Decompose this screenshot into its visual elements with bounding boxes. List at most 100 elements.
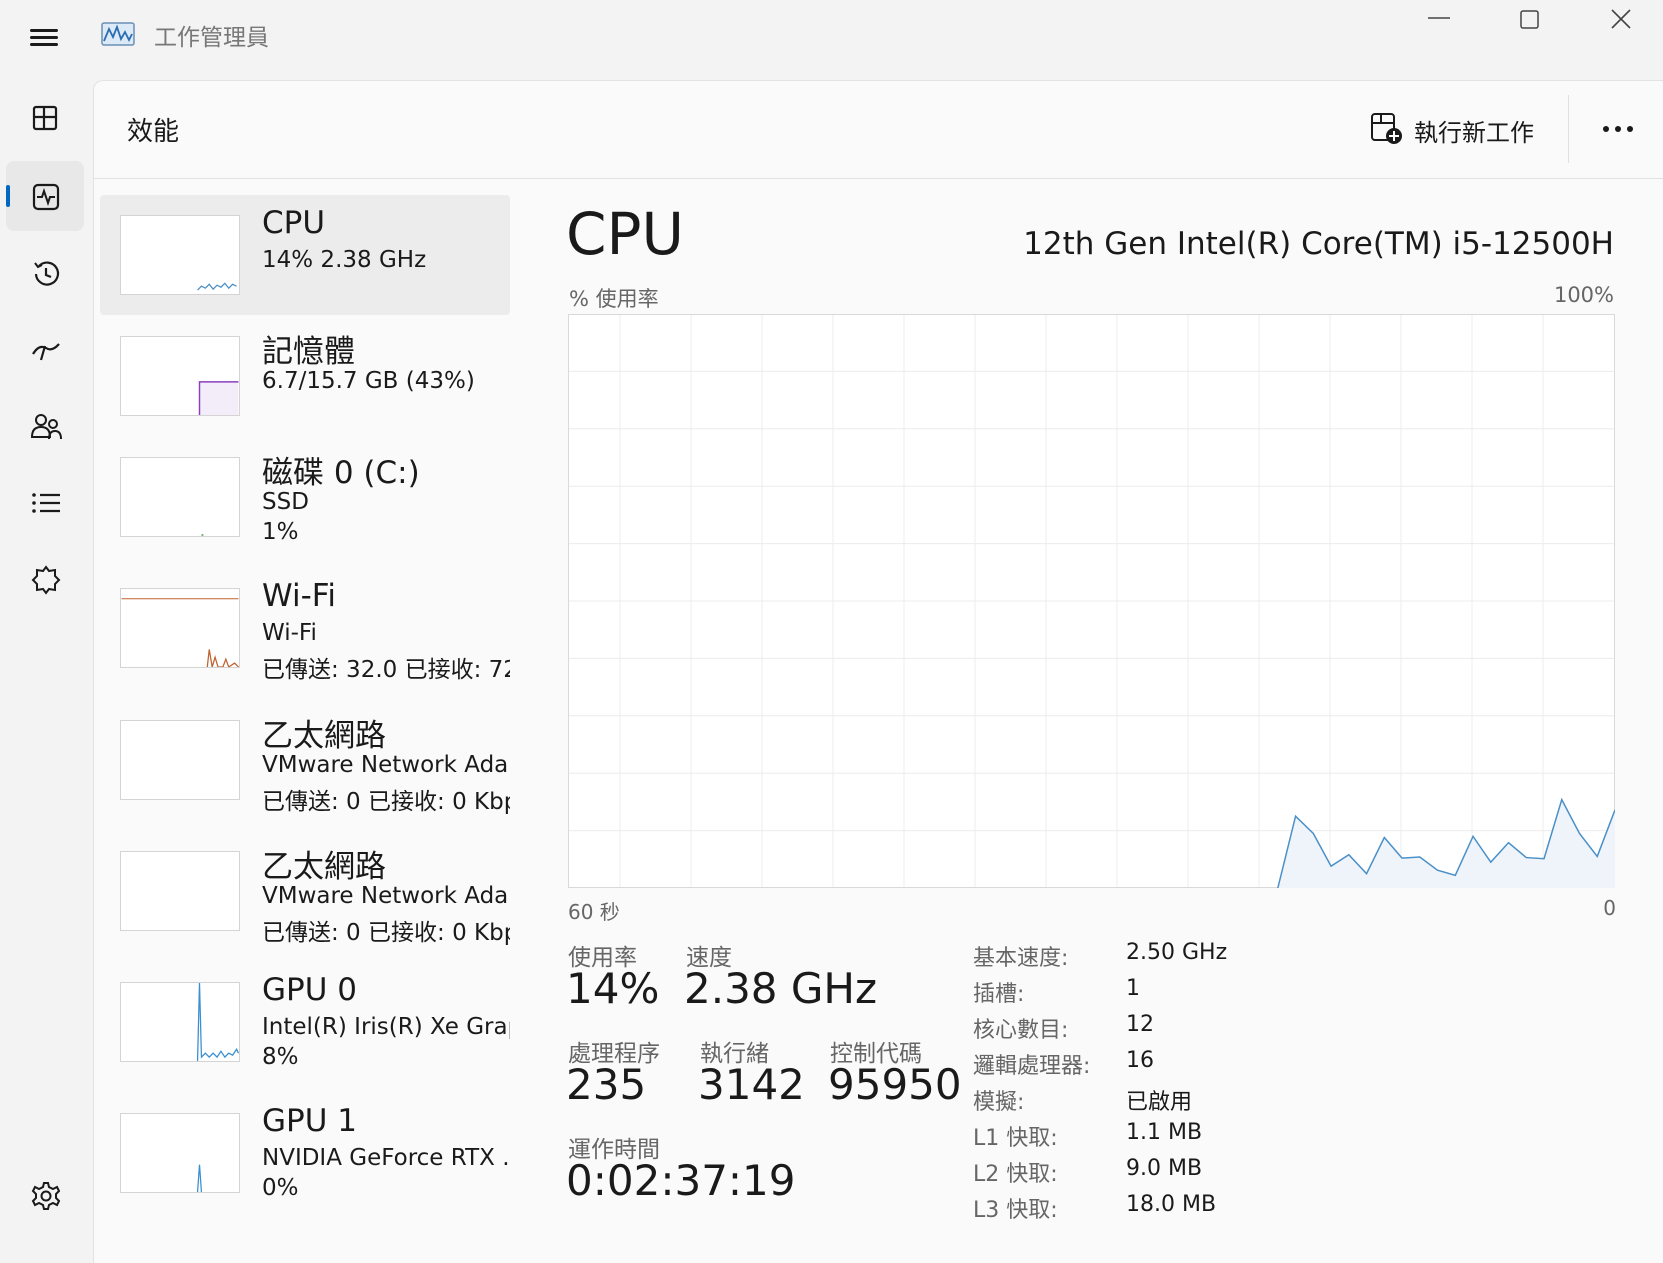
spec-label: L1 快取:	[973, 1126, 1058, 1151]
close-button[interactable]	[1592, 4, 1652, 44]
run-new-task-icon	[1371, 113, 1402, 144]
cpu-heading: CPU	[566, 200, 684, 268]
spec-value: 12	[1126, 1012, 1154, 1037]
handles-value: 95950	[828, 1060, 962, 1109]
spec-label: L2 快取:	[973, 1162, 1058, 1187]
device-name: 記憶體	[262, 334, 355, 370]
gpu0-thumbnail-graph	[120, 982, 240, 1062]
cpu-model-name: 12th Gen Intel(R) Core(TM) i5-12500H	[1023, 226, 1614, 262]
device-name: 磁碟 0 (C:)	[262, 455, 420, 491]
threads-value: 3142	[698, 1060, 805, 1109]
spec-label: 核心數目:	[973, 1018, 1069, 1043]
services-icon	[31, 565, 61, 595]
spec-value: 2.50 GHz	[1126, 940, 1228, 965]
performance-icon	[32, 183, 60, 211]
device-item-gpu-1[interactable]: GPU 1 NVIDIA GeForce RTX ... 0%	[100, 1093, 510, 1213]
device-item-memory[interactable]: 記憶體 6.7/15.7 GB (43%)	[100, 316, 510, 436]
spec-value: 1	[1126, 976, 1140, 1001]
header-divider	[1568, 95, 1569, 163]
device-name: GPU 0	[262, 972, 357, 1008]
startup-apps-icon	[32, 343, 60, 361]
device-detail-secondary: 已傳送: 0 已接收: 0 Kbps	[262, 920, 510, 946]
nav-startup-apps[interactable]	[6, 314, 84, 384]
spec-label: 基本速度:	[973, 946, 1069, 971]
spec-value: 18.0 MB	[1126, 1192, 1217, 1217]
more-options-button[interactable]	[1594, 111, 1644, 147]
device-item-ethernet-1[interactable]: 乙太網路 VMware Network Ada... 已傳送: 0 已接收: 0…	[100, 700, 510, 820]
page-header: 效能 執行新工作	[94, 81, 1663, 179]
processes-icon	[32, 105, 58, 131]
speed-value: 2.38 GHz	[684, 964, 878, 1013]
device-detail: VMware Network Ada...	[262, 752, 510, 778]
ethernet-thumbnail-graph	[120, 720, 240, 800]
nav-app-history[interactable]	[6, 238, 84, 308]
device-name: GPU 1	[262, 1103, 357, 1139]
users-icon	[30, 414, 62, 440]
device-detail: NVIDIA GeForce RTX ...	[262, 1145, 510, 1171]
nav-services[interactable]	[6, 544, 84, 614]
device-detail: 14% 2.38 GHz	[262, 247, 427, 273]
device-detail-secondary: 8%	[262, 1044, 299, 1070]
device-detail: SSD	[262, 489, 309, 515]
device-item-disk[interactable]: 磁碟 0 (C:) SSD 1%	[100, 437, 510, 557]
processes-value: 235	[566, 1060, 647, 1109]
device-detail-secondary: 0%	[262, 1175, 299, 1201]
spec-label: 插槽:	[973, 982, 1025, 1007]
device-item-gpu-0[interactable]: GPU 0 Intel(R) Iris(R) Xe Grap... 8%	[100, 962, 510, 1082]
device-detail: Wi-Fi	[262, 620, 317, 646]
device-name: 乙太網路	[262, 718, 386, 754]
ethernet-thumbnail-graph	[120, 851, 240, 931]
device-item-ethernet-2[interactable]: 乙太網路 VMware Network Ada... 已傳送: 0 已接收: 0…	[100, 831, 510, 951]
spec-label: 邏輯處理器:	[973, 1054, 1091, 1079]
more-options-icon	[1603, 126, 1633, 132]
graph-time-left: 60 秒	[568, 900, 620, 924]
disk-thumbnail-graph	[120, 457, 240, 537]
page-title: 效能	[127, 117, 180, 147]
cpu-thumbnail-graph	[120, 215, 240, 295]
device-item-wifi[interactable]: Wi-Fi Wi-Fi 已傳送: 32.0 已接收: 72	[100, 568, 510, 688]
maximize-button[interactable]	[1500, 4, 1560, 44]
nav-performance[interactable]	[6, 161, 84, 231]
close-icon	[1611, 9, 1631, 29]
gpu1-thumbnail-graph	[120, 1113, 240, 1193]
details-icon	[32, 493, 60, 513]
graph-y-label: % 使用率	[569, 287, 659, 311]
device-name: CPU	[262, 205, 326, 241]
memory-thumbnail-graph	[120, 336, 240, 416]
active-nav-indicator	[6, 185, 10, 207]
wifi-thumbnail-graph	[120, 588, 240, 668]
spec-label: 模擬:	[973, 1090, 1025, 1115]
nav-details[interactable]	[6, 467, 84, 537]
graph-max-label: 100%	[1553, 283, 1614, 307]
app-history-icon	[34, 261, 60, 286]
graph-gridlines	[568, 314, 1615, 888]
minimize-button[interactable]	[1408, 4, 1468, 44]
graph-time-right: 0	[1603, 896, 1616, 920]
window-title: 工作管理員	[154, 25, 269, 51]
settings-icon	[31, 1182, 61, 1210]
spec-value: 9.0 MB	[1126, 1156, 1203, 1181]
navigation-sidebar	[0, 78, 92, 1263]
hamburger-menu-icon[interactable]	[22, 22, 64, 52]
device-detail-secondary: 已傳送: 32.0 已接收: 72	[262, 657, 510, 683]
cpu-usage-area	[1277, 799, 1615, 888]
uptime-value: 0:02:37:19	[566, 1156, 796, 1205]
minimize-icon	[1428, 17, 1450, 19]
maximize-icon	[1520, 10, 1539, 29]
device-detail-secondary: 已傳送: 0 已接收: 0 Kbps	[262, 789, 510, 815]
run-new-task-button[interactable]: 執行新工作	[1366, 105, 1556, 153]
nav-settings[interactable]	[6, 1160, 84, 1230]
device-detail-secondary: 1%	[262, 519, 299, 545]
device-item-cpu[interactable]: CPU 14% 2.38 GHz	[100, 195, 510, 315]
nav-users[interactable]	[6, 391, 84, 461]
device-name: 乙太網路	[262, 849, 386, 885]
nav-processes[interactable]	[6, 83, 84, 153]
device-detail: VMware Network Ada...	[262, 883, 510, 909]
spec-value: 16	[1126, 1048, 1154, 1073]
usage-value: 14%	[566, 964, 660, 1013]
spec-value: 已啟用	[1126, 1090, 1193, 1115]
device-detail: 6.7/15.7 GB (43%)	[262, 368, 475, 394]
run-new-task-label: 執行新工作	[1414, 119, 1534, 147]
device-name: Wi-Fi	[262, 578, 336, 614]
title-bar: 工作管理員	[0, 0, 1663, 78]
